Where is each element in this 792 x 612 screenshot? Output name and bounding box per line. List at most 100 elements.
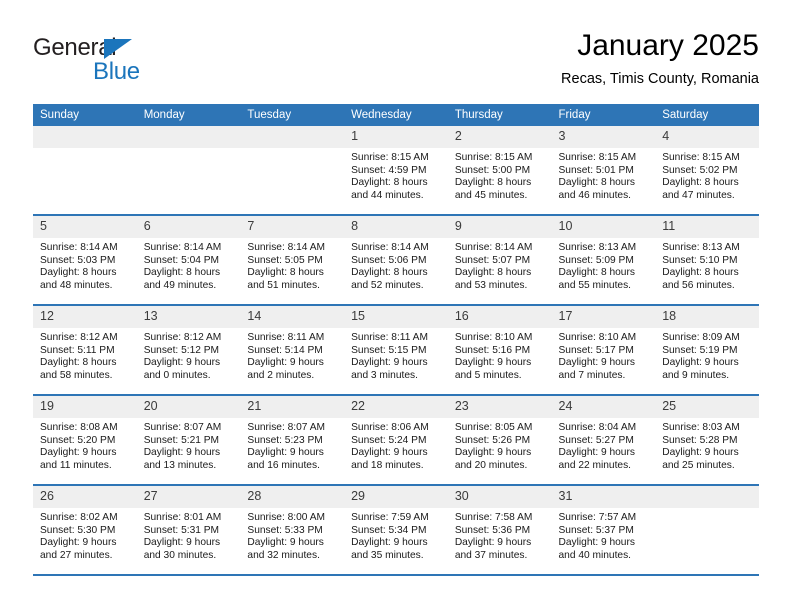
sunset-text: Sunset: 5:06 PM	[351, 254, 427, 266]
day-cell[interactable]: 17 Sunrise: 8:10 AM Sunset: 5:17 PM Dayl…	[551, 305, 656, 396]
day-number: 23	[447, 396, 552, 418]
calendar-week-row: 12 Sunrise: 8:12 AM Sunset: 5:11 PM Dayl…	[33, 305, 759, 396]
day-cell[interactable]: 10 Sunrise: 8:13 AM Sunset: 5:09 PM Dayl…	[551, 215, 656, 306]
day-cell[interactable]: 19 Sunrise: 8:08 AM Sunset: 5:20 PM Dayl…	[33, 395, 137, 486]
day-details	[33, 148, 137, 152]
day-cell[interactable]: 31 Sunrise: 7:57 AM Sunset: 5:37 PM Dayl…	[551, 485, 656, 576]
day-number: 13	[136, 306, 241, 328]
sunset-text: Sunset: 5:21 PM	[143, 434, 220, 446]
day-details: Sunrise: 7:57 AM Sunset: 5:37 PM Dayligh…	[552, 508, 656, 562]
day-number: 18	[655, 306, 759, 328]
logo-text-blue: Blue	[93, 58, 140, 85]
day-number: 26	[33, 486, 137, 508]
day-cell[interactable]: 22 Sunrise: 8:06 AM Sunset: 5:24 PM Dayl…	[344, 395, 448, 486]
daylight-text-line2: and 2 minutes.	[247, 369, 315, 381]
day-cell[interactable]: 11 Sunrise: 8:13 AM Sunset: 5:10 PM Dayl…	[655, 215, 759, 306]
day-details: Sunrise: 8:07 AM Sunset: 5:21 PM Dayligh…	[137, 418, 241, 472]
daylight-text-line1: Daylight: 9 hours	[247, 537, 324, 549]
day-cell[interactable]: 23 Sunrise: 8:05 AM Sunset: 5:26 PM Dayl…	[447, 395, 552, 486]
day-cell[interactable]: 4 Sunrise: 8:15 AM Sunset: 5:02 PM Dayli…	[655, 126, 759, 216]
day-cell[interactable]: 16 Sunrise: 8:10 AM Sunset: 5:16 PM Dayl…	[447, 305, 552, 396]
daylight-text-line1: Daylight: 9 hours	[247, 447, 324, 459]
page-subtitle: Recas, Timis County, Romania	[561, 71, 759, 87]
sunset-text: Sunset: 5:03 PM	[40, 254, 116, 266]
daylight-text-line2: and 7 minutes.	[558, 369, 626, 381]
day-cell[interactable]: 1 Sunrise: 8:15 AM Sunset: 4:59 PM Dayli…	[344, 126, 448, 216]
day-cell[interactable]: 25 Sunrise: 8:03 AM Sunset: 5:28 PM Dayl…	[655, 395, 759, 486]
day-details: Sunrise: 7:59 AM Sunset: 5:34 PM Dayligh…	[344, 508, 448, 562]
sunrise-text: Sunrise: 8:14 AM	[351, 242, 429, 253]
day-details: Sunrise: 8:14 AM Sunset: 5:07 PM Dayligh…	[448, 238, 552, 292]
sunrise-text: Sunrise: 8:12 AM	[143, 332, 222, 343]
day-cell[interactable]: 21 Sunrise: 8:07 AM Sunset: 5:23 PM Dayl…	[240, 395, 345, 486]
daylight-text-line2: and 22 minutes.	[558, 459, 632, 471]
sunset-text: Sunset: 5:33 PM	[247, 524, 323, 536]
day-cell[interactable]: 12 Sunrise: 8:12 AM Sunset: 5:11 PM Dayl…	[33, 305, 137, 396]
daylight-text-line2: and 55 minutes.	[558, 279, 632, 291]
day-number: 11	[655, 216, 759, 238]
day-cell[interactable]: 24 Sunrise: 8:04 AM Sunset: 5:27 PM Dayl…	[551, 395, 656, 486]
weekday-header-wednesday: Wednesday	[344, 104, 448, 126]
daylight-text-line1: Daylight: 8 hours	[351, 267, 428, 279]
calendar-table: Sunday Monday Tuesday Wednesday Thursday…	[33, 104, 759, 576]
day-number: 25	[655, 396, 759, 418]
page-header: General Blue January 2025 Recas, Timis C…	[33, 28, 759, 100]
calendar-page: General Blue January 2025 Recas, Timis C…	[0, 0, 792, 612]
sunset-text: Sunset: 5:00 PM	[454, 164, 531, 176]
day-cell[interactable]	[240, 126, 345, 216]
sunset-text: Sunset: 5:10 PM	[662, 254, 738, 266]
daylight-text-line1: Daylight: 8 hours	[40, 357, 117, 369]
sunset-text: Sunset: 5:16 PM	[454, 344, 531, 356]
day-number: 2	[447, 126, 552, 148]
sunrise-text: Sunrise: 8:15 AM	[351, 152, 429, 163]
day-cell[interactable]: 18 Sunrise: 8:09 AM Sunset: 5:19 PM Dayl…	[655, 305, 759, 396]
sunrise-text: Sunrise: 8:07 AM	[247, 422, 325, 433]
day-details: Sunrise: 8:12 AM Sunset: 5:12 PM Dayligh…	[137, 328, 241, 382]
daylight-text-line2: and 56 minutes.	[662, 279, 735, 291]
daylight-text-line1: Daylight: 9 hours	[558, 537, 635, 549]
day-details: Sunrise: 8:05 AM Sunset: 5:26 PM Dayligh…	[448, 418, 552, 472]
day-cell[interactable]: 14 Sunrise: 8:11 AM Sunset: 5:14 PM Dayl…	[240, 305, 345, 396]
weekday-header-friday: Friday	[551, 104, 656, 126]
day-details: Sunrise: 8:14 AM Sunset: 5:06 PM Dayligh…	[344, 238, 448, 292]
daylight-text-line2: and 53 minutes.	[454, 279, 528, 291]
day-cell[interactable]: 27 Sunrise: 8:01 AM Sunset: 5:31 PM Dayl…	[136, 485, 241, 576]
sunset-text: Sunset: 5:17 PM	[558, 344, 634, 356]
day-cell[interactable]: 9 Sunrise: 8:14 AM Sunset: 5:07 PM Dayli…	[447, 215, 552, 306]
day-cell[interactable]: 13 Sunrise: 8:12 AM Sunset: 5:12 PM Dayl…	[136, 305, 241, 396]
day-cell[interactable]: 2 Sunrise: 8:15 AM Sunset: 5:00 PM Dayli…	[447, 126, 552, 216]
day-cell[interactable]	[136, 126, 241, 216]
day-cell[interactable]: 7 Sunrise: 8:14 AM Sunset: 5:05 PM Dayli…	[240, 215, 345, 306]
sunrise-text: Sunrise: 8:10 AM	[558, 332, 637, 343]
day-cell[interactable]: 28 Sunrise: 8:00 AM Sunset: 5:33 PM Dayl…	[240, 485, 345, 576]
day-cell[interactable]: 15 Sunrise: 8:11 AM Sunset: 5:15 PM Dayl…	[344, 305, 448, 396]
sunrise-text: Sunrise: 8:07 AM	[143, 422, 222, 433]
day-cell[interactable]: 30 Sunrise: 7:58 AM Sunset: 5:36 PM Dayl…	[447, 485, 552, 576]
day-cell[interactable]	[33, 126, 137, 216]
sunrise-text: Sunrise: 7:59 AM	[351, 512, 429, 523]
day-cell[interactable]: 5 Sunrise: 8:14 AM Sunset: 5:03 PM Dayli…	[33, 215, 137, 306]
day-details: Sunrise: 8:08 AM Sunset: 5:20 PM Dayligh…	[33, 418, 137, 472]
day-number: 1	[344, 126, 448, 148]
day-cell[interactable]: 29 Sunrise: 7:59 AM Sunset: 5:34 PM Dayl…	[344, 485, 448, 576]
day-cell[interactable]: 8 Sunrise: 8:14 AM Sunset: 5:06 PM Dayli…	[344, 215, 448, 306]
daylight-text-line2: and 11 minutes.	[40, 459, 112, 471]
general-blue-logo[interactable]: General Blue	[33, 34, 233, 96]
day-cell[interactable]: 26 Sunrise: 8:02 AM Sunset: 5:30 PM Dayl…	[33, 485, 137, 576]
sunrise-text: Sunrise: 8:11 AM	[247, 332, 325, 343]
sunrise-text: Sunrise: 8:15 AM	[558, 152, 637, 163]
daylight-text-line2: and 51 minutes.	[247, 279, 320, 291]
day-details: Sunrise: 8:00 AM Sunset: 5:33 PM Dayligh…	[240, 508, 344, 562]
sunset-text: Sunset: 5:14 PM	[247, 344, 323, 356]
weekday-header-tuesday: Tuesday	[240, 104, 345, 126]
day-details: Sunrise: 8:03 AM Sunset: 5:28 PM Dayligh…	[655, 418, 759, 472]
calendar-week-row: 19 Sunrise: 8:08 AM Sunset: 5:20 PM Dayl…	[33, 395, 759, 486]
day-number: 24	[551, 396, 656, 418]
day-cell[interactable]: 6 Sunrise: 8:14 AM Sunset: 5:04 PM Dayli…	[136, 215, 241, 306]
day-cell[interactable]: 3 Sunrise: 8:15 AM Sunset: 5:01 PM Dayli…	[551, 126, 656, 216]
sunset-text: Sunset: 5:07 PM	[454, 254, 531, 266]
day-number: 10	[551, 216, 656, 238]
day-cell[interactable]: 20 Sunrise: 8:07 AM Sunset: 5:21 PM Dayl…	[136, 395, 241, 486]
day-cell[interactable]	[655, 485, 759, 576]
sunset-text: Sunset: 5:34 PM	[351, 524, 427, 536]
